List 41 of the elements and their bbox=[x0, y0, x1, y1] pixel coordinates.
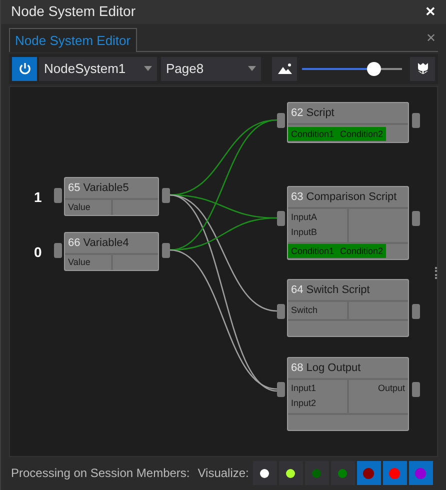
node-title: Variable5 bbox=[83, 180, 129, 196]
port-label: Input1 bbox=[291, 382, 318, 395]
condition-label: Condition1 bbox=[288, 127, 338, 142]
port-label: Value bbox=[68, 256, 92, 269]
node-card[interactable]: 64 Switch Script Switch bbox=[287, 278, 409, 338]
node-id: 62 bbox=[291, 106, 304, 120]
status-label: Processing on Session Members: bbox=[11, 465, 190, 482]
port-label: InputA bbox=[291, 210, 318, 224]
system-dropdown[interactable]: NodeSystem1 bbox=[39, 56, 157, 81]
tab[interactable]: Node System Editor bbox=[9, 28, 137, 52]
condition-label: Condition1 bbox=[288, 244, 338, 258]
node-title: Variable4 bbox=[83, 236, 129, 250]
node-id: 64 bbox=[291, 282, 304, 298]
node-title: Log Output bbox=[306, 360, 361, 376]
port-label: Input2 bbox=[291, 397, 318, 410]
node-card[interactable]: 68 Log Output Input1 Input2 Output bbox=[287, 356, 409, 431]
value-label: 0 bbox=[34, 242, 42, 262]
close-button[interactable]: ✕ bbox=[425, 2, 436, 22]
close-tab-button[interactable]: ✕ bbox=[426, 28, 436, 47]
port-label: InputB bbox=[291, 226, 318, 240]
node-card[interactable]: 66 Variable4 Value bbox=[64, 232, 159, 272]
node-id: 68 bbox=[291, 360, 304, 376]
port-label: Output bbox=[378, 382, 405, 395]
node-canvas[interactable]: 62 Script Condition1 Condition2 63 Comparison Script InputA InputB Condition1 Condition2 64 Switch Script Switch 68 Log Output Input1 Input2 Output 65 Variable5 Value 1 66 Variable4 Value 0 bbox=[9, 86, 438, 457]
node-id: 66 bbox=[68, 236, 80, 250]
node-card[interactable]: 62 Script Condition1 Condition2 bbox=[287, 102, 409, 143]
page-dropdown[interactable]: Page8 bbox=[161, 56, 261, 81]
node-id: 65 bbox=[68, 180, 80, 196]
condition-label: Condition2 bbox=[337, 127, 386, 142]
window-title: Node System Editor bbox=[11, 2, 136, 22]
node-title: Switch Script bbox=[306, 282, 370, 298]
value-label: 1 bbox=[34, 188, 42, 207]
node-card[interactable]: 65 Variable5 Value bbox=[64, 176, 159, 216]
node-title: Script bbox=[306, 106, 334, 120]
port-label: Value bbox=[68, 200, 92, 214]
visualize-label: Visualize: bbox=[198, 465, 249, 482]
node-id: 63 bbox=[291, 190, 304, 204]
condition-label: Condition2 bbox=[337, 244, 386, 258]
node-card[interactable]: 63 Comparison Script InputA InputB Condition1 Condition2 bbox=[287, 186, 409, 260]
node-title: Comparison Script bbox=[306, 190, 397, 204]
port-label: Switch bbox=[291, 304, 319, 317]
